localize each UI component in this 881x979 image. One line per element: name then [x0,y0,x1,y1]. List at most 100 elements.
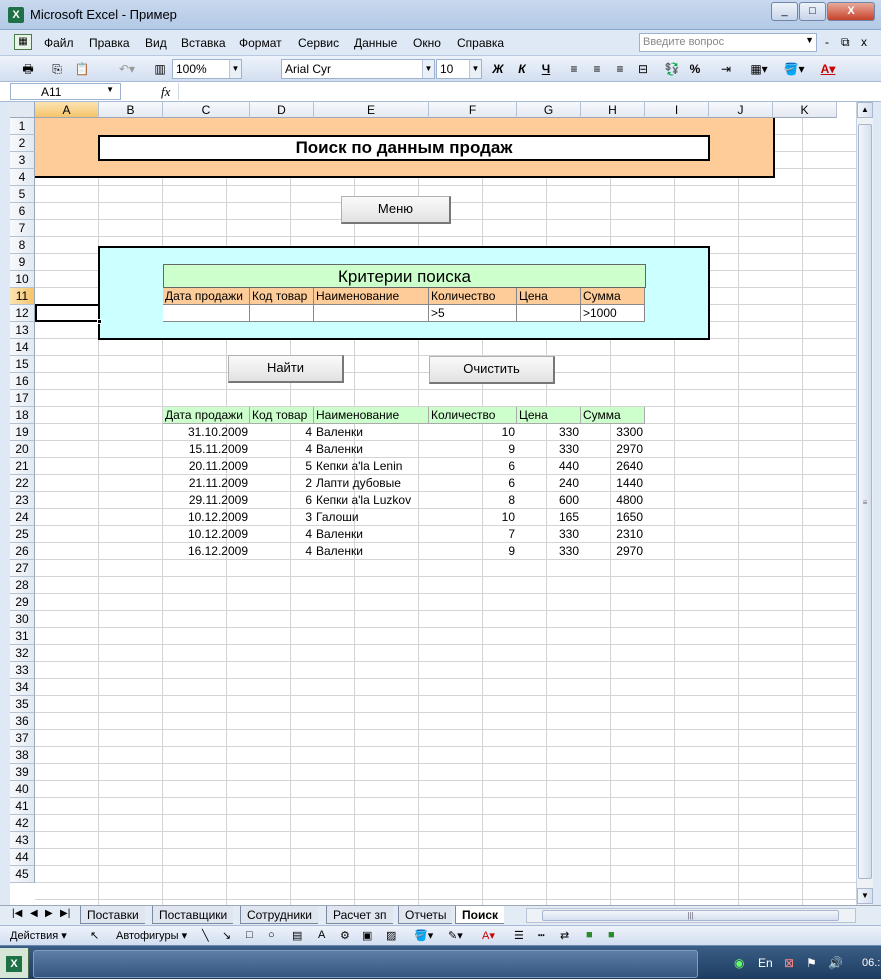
row-header-22[interactable]: 22 [10,475,35,492]
menu-help[interactable]: Справка [457,36,504,50]
criteria-value[interactable]: >5 [429,305,517,322]
last-sheet-icon[interactable]: ▶| [60,908,70,919]
merge-center-icon[interactable]: ⊟ [634,59,652,79]
row-header-27[interactable]: 27 [10,560,35,577]
rectangle-icon[interactable]: □ [246,929,253,941]
row-header-9[interactable]: 9 [10,254,35,271]
results-cell[interactable]: 1650 [581,509,645,526]
align-left-icon[interactable]: ≡ [565,59,583,79]
row-header-1[interactable]: 1 [10,118,35,135]
results-cell[interactable]: 330 [517,543,581,560]
oval-icon[interactable]: ○ [268,929,275,941]
minimize-button[interactable]: _ [771,2,798,21]
row-header-36[interactable]: 36 [10,713,35,730]
row-header-7[interactable]: 7 [10,220,35,237]
row-header-44[interactable]: 44 [10,849,35,866]
results-cell[interactable]: 2640 [581,458,645,475]
column-header-k[interactable]: K [773,102,837,118]
select-all-corner[interactable] [10,102,35,118]
ask-question-input[interactable]: Введите вопрос ▼ [639,33,817,52]
row-header-12[interactable]: 12 [10,305,35,322]
row-header-33[interactable]: 33 [10,662,35,679]
row-header-31[interactable]: 31 [10,628,35,645]
undo-icon[interactable]: ↶▾ [112,59,142,79]
results-cell[interactable]: 4 [250,441,314,458]
row-header-28[interactable]: 28 [10,577,35,594]
fill-color-icon[interactable]: 🪣▾ [780,59,808,79]
menu-button[interactable]: Меню [341,196,451,224]
row-header-30[interactable]: 30 [10,611,35,628]
chart-wizard-icon[interactable]: ▥ [150,59,170,79]
prev-sheet-icon[interactable]: ◀ [30,908,38,919]
results-cell[interactable]: 4 [250,543,314,560]
dash-style-icon[interactable]: ┅ [538,929,545,942]
find-button[interactable]: Найти [228,355,344,383]
row-header-26[interactable]: 26 [10,543,35,560]
results-cell[interactable]: 240 [517,475,581,492]
column-header-g[interactable]: G [517,102,581,118]
results-cell[interactable]: Валенки [314,441,429,458]
row-header-2[interactable]: 2 [10,135,35,152]
results-cell[interactable]: Валенки [314,526,429,543]
scroll-up-icon[interactable]: ▲ [857,102,873,118]
results-cell[interactable]: 3 [250,509,314,526]
mdi-close-button[interactable]: x [861,35,867,49]
menu-insert[interactable]: Вставка [181,36,226,50]
criteria-value[interactable] [517,305,581,322]
criteria-header[interactable]: Сумма [581,288,645,305]
maximize-button[interactable]: □ [799,2,826,21]
results-cell[interactable]: 20.11.2009 [163,458,250,475]
criteria-header[interactable]: Количество [429,288,517,305]
results-header[interactable]: Код товар [250,407,314,424]
line-icon[interactable]: ╲ [202,929,209,942]
tab-otchety[interactable]: Отчеты [398,906,453,924]
results-cell[interactable]: Кепки a'la Luzkov [314,492,429,509]
results-cell[interactable]: 1440 [581,475,645,492]
results-cell[interactable]: 9 [429,441,517,458]
italic-button[interactable]: К [512,59,532,79]
row-header-25[interactable]: 25 [10,526,35,543]
column-header-c[interactable]: C [163,102,250,118]
row-header-16[interactable]: 16 [10,373,35,390]
row-header-43[interactable]: 43 [10,832,35,849]
network-icon[interactable]: ⊠ [784,946,794,979]
picture-icon[interactable]: ▨ [386,929,396,942]
row-header-10[interactable]: 10 [10,271,35,288]
row-header-42[interactable]: 42 [10,815,35,832]
tab-poisk[interactable]: Поиск [455,906,505,924]
results-cell[interactable]: 16.12.2009 [163,543,250,560]
tab-raschet-zp[interactable]: Расчет зп [326,906,393,924]
criteria-value[interactable] [250,305,314,322]
results-cell[interactable]: Валенки [314,424,429,441]
results-cell[interactable]: 10 [429,509,517,526]
criteria-header[interactable]: Цена [517,288,581,305]
menu-data[interactable]: Данные [354,36,397,50]
row-header-32[interactable]: 32 [10,645,35,662]
results-cell[interactable]: 2310 [581,526,645,543]
name-box[interactable]: A11 ▼ [10,83,121,100]
results-header[interactable]: Сумма [581,407,645,424]
results-cell[interactable]: Лапти дубовые [314,475,429,492]
criteria-value[interactable] [314,305,429,322]
results-cell[interactable]: 21.11.2009 [163,475,250,492]
volume-icon[interactable]: 🔊 [828,946,843,979]
row-header-38[interactable]: 38 [10,747,35,764]
column-header-f[interactable]: F [429,102,517,118]
menu-file[interactable]: Файл [44,36,74,50]
row-header-39[interactable]: 39 [10,764,35,781]
bold-button[interactable]: Ж [488,59,508,79]
row-header-4[interactable]: 4 [10,169,35,186]
font-size-select[interactable]: 10 ▼ [436,59,482,79]
3d-icon[interactable]: ■ [608,929,615,941]
row-header-19[interactable]: 19 [10,424,35,441]
criteria-header[interactable]: Код товар [250,288,314,305]
taskbar-window-item[interactable] [33,950,698,978]
criteria-header[interactable]: Дата продажи [163,288,250,305]
results-cell[interactable]: 2 [250,475,314,492]
results-cell[interactable]: 440 [517,458,581,475]
results-cell[interactable]: Галоши [314,509,429,526]
workbook-icon[interactable]: ▦ [14,34,32,50]
active-cell-a11[interactable] [35,304,102,324]
row-header-23[interactable]: 23 [10,492,35,509]
row-header-20[interactable]: 20 [10,441,35,458]
